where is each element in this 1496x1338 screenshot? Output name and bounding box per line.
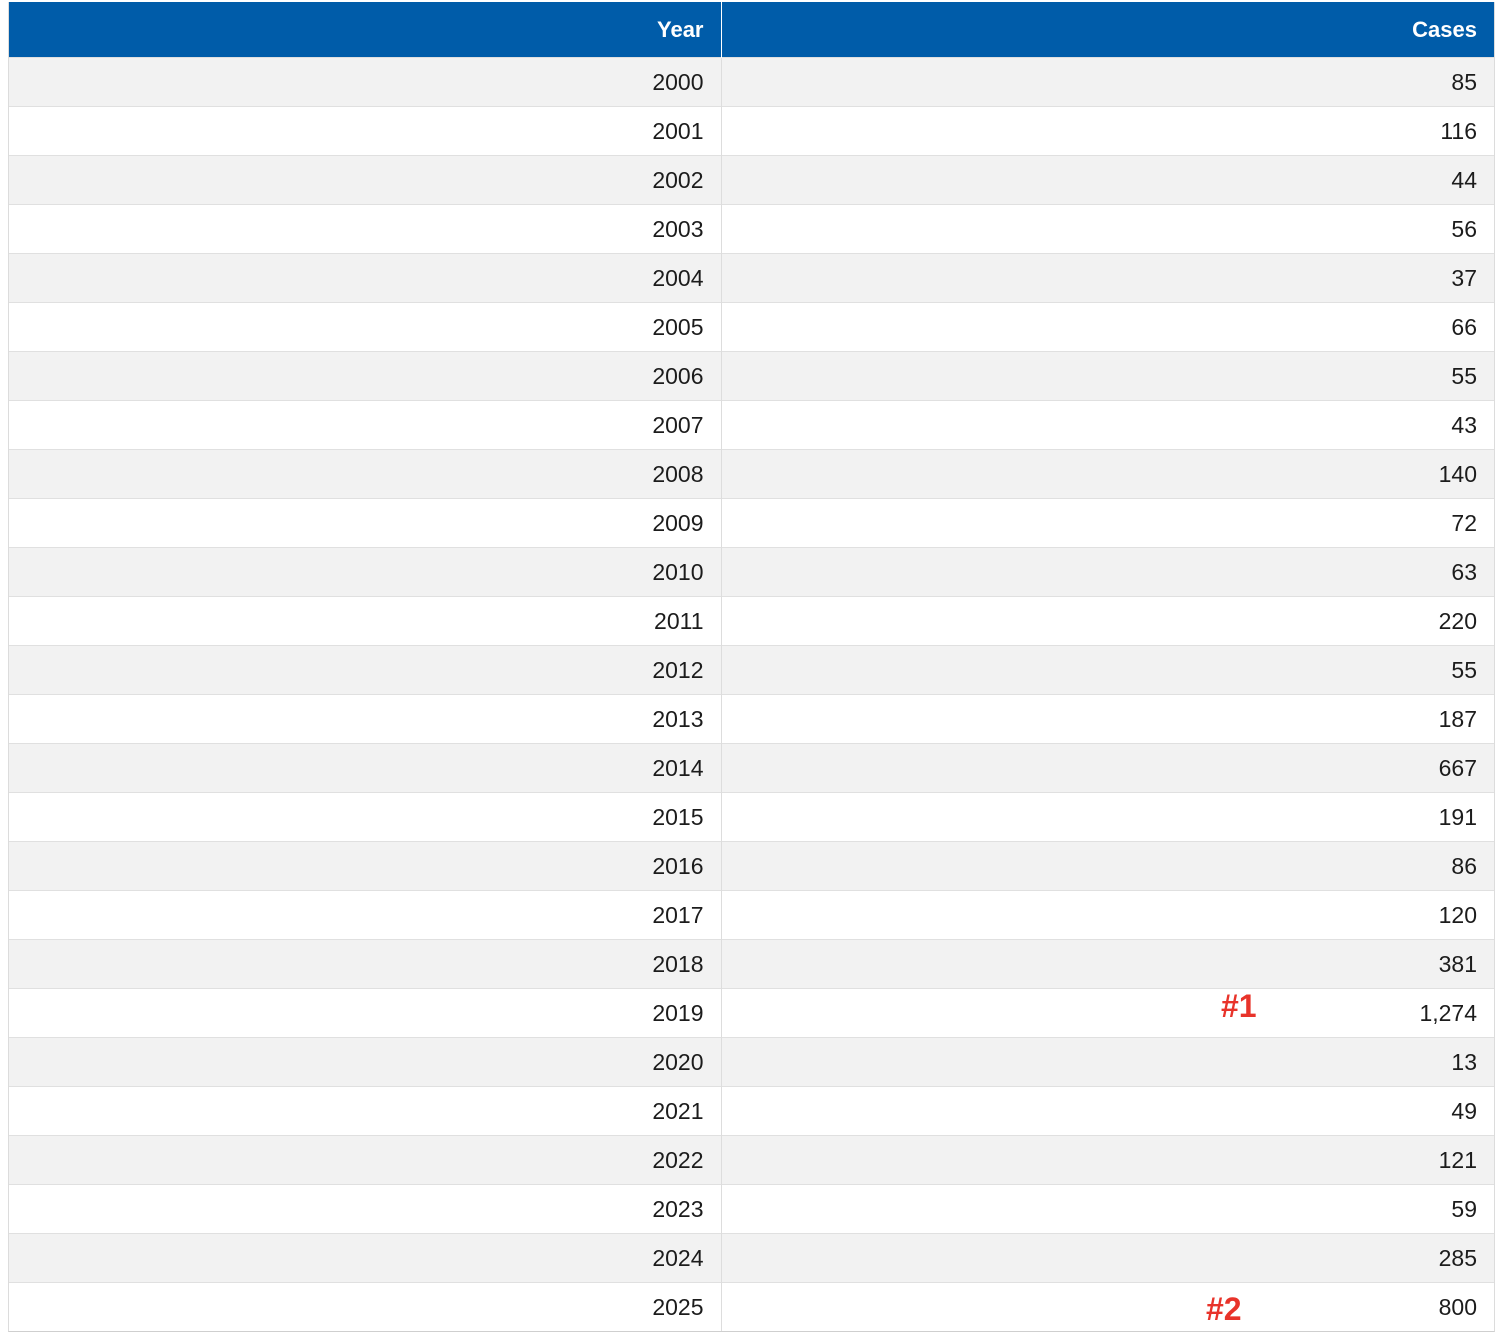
column-header-year[interactable]: Year [9, 2, 722, 58]
table-row: 2016 86 [9, 841, 1494, 891]
cell-cases: 43 [721, 400, 1494, 450]
cell-cases: 85 [721, 57, 1494, 107]
table-row: 2004 37 [9, 253, 1494, 303]
cell-year: 2001 [9, 106, 722, 156]
cell-year: 2002 [9, 155, 722, 205]
cell-year: 2000 [9, 57, 722, 107]
cell-cases: 13 [721, 1037, 1494, 1087]
table-row: 2005 66 [9, 302, 1494, 352]
cell-cases: 191 [721, 792, 1494, 842]
cell-cases: 86 [721, 841, 1494, 891]
cell-cases: 59 [721, 1184, 1494, 1234]
table-row: 2013 187 [9, 694, 1494, 744]
cases-table: Year Cases 2000 85 2001 116 2002 44 2003 56 2004… [9, 2, 1494, 1331]
annotation-marker-2: #2 [1206, 1291, 1242, 1327]
cell-year: 2012 [9, 645, 722, 695]
table-row: 2010 63 [9, 547, 1494, 597]
cell-cases: 66 [721, 302, 1494, 352]
cell-cases: 120 [721, 890, 1494, 940]
cell-year: 2020 [9, 1037, 722, 1087]
cell-year: 2018 [9, 939, 722, 989]
cell-year: 2019 [9, 988, 722, 1038]
table-row: 2025 800 [9, 1282, 1494, 1331]
cell-year: 2025 [9, 1282, 722, 1331]
table-row: 2021 49 [9, 1086, 1494, 1136]
table-row: 2006 55 [9, 351, 1494, 401]
cell-year: 2011 [9, 596, 722, 646]
table-row: 2009 72 [9, 498, 1494, 548]
table-row: 2020 13 [9, 1037, 1494, 1087]
cell-cases: 44 [721, 155, 1494, 205]
cell-year: 2004 [9, 253, 722, 303]
cell-cases: 55 [721, 645, 1494, 695]
annotation-marker-1: #1 [1221, 988, 1257, 1024]
cell-cases: 187 [721, 694, 1494, 744]
cell-year: 2023 [9, 1184, 722, 1234]
cell-year: 2003 [9, 204, 722, 254]
table-row: 2014 667 [9, 743, 1494, 793]
cell-year: 2009 [9, 498, 722, 548]
cell-cases: 55 [721, 351, 1494, 401]
table-row: 2008 140 [9, 449, 1494, 499]
cell-year: 2022 [9, 1135, 722, 1185]
table-body: 2000 85 2001 116 2002 44 2003 56 2004 37 2005 66 200… [9, 57, 1494, 1331]
cell-cases: 381 [721, 939, 1494, 989]
cell-year: 2007 [9, 400, 722, 450]
table-row: 2007 43 [9, 400, 1494, 450]
table-row: 2003 56 [9, 204, 1494, 254]
cell-year: 2005 [9, 302, 722, 352]
cell-cases: 285 [721, 1233, 1494, 1283]
cell-cases: 49 [721, 1086, 1494, 1136]
cell-year: 2021 [9, 1086, 722, 1136]
table-row: 2022 121 [9, 1135, 1494, 1185]
cell-cases: 56 [721, 204, 1494, 254]
cell-cases: 37 [721, 253, 1494, 303]
table-row: 2019 1,274 [9, 988, 1494, 1038]
cell-year: 2015 [9, 792, 722, 842]
cell-year: 2014 [9, 743, 722, 793]
cases-table-container: Year Cases 2000 85 2001 116 2002 44 2003 56 2004… [8, 2, 1495, 1332]
cell-cases: 63 [721, 547, 1494, 597]
table-row: 2023 59 [9, 1184, 1494, 1234]
table-row: 2002 44 [9, 155, 1494, 205]
cell-cases: 800 [721, 1282, 1494, 1331]
cell-cases: 220 [721, 596, 1494, 646]
cell-cases: 667 [721, 743, 1494, 793]
header-row: Year Cases [9, 2, 1494, 58]
table-row: 2001 116 [9, 106, 1494, 156]
table-row: 2015 191 [9, 792, 1494, 842]
table-header: Year Cases [9, 2, 1494, 58]
cell-year: 2016 [9, 841, 722, 891]
table-row: 2017 120 [9, 890, 1494, 940]
table-row: 2012 55 [9, 645, 1494, 695]
cell-cases: 72 [721, 498, 1494, 548]
table-row: 2000 85 [9, 57, 1494, 107]
cell-year: 2010 [9, 547, 722, 597]
cell-cases: 116 [721, 106, 1494, 156]
table-row: 2018 381 [9, 939, 1494, 989]
cell-cases: 121 [721, 1135, 1494, 1185]
cell-year: 2017 [9, 890, 722, 940]
cell-year: 2024 [9, 1233, 722, 1283]
cell-year: 2006 [9, 351, 722, 401]
cell-cases: 1,274 [721, 988, 1494, 1038]
cell-cases: 140 [721, 449, 1494, 499]
cell-year: 2008 [9, 449, 722, 499]
cell-year: 2013 [9, 694, 722, 744]
table-row: 2024 285 [9, 1233, 1494, 1283]
column-header-cases[interactable]: Cases [721, 2, 1494, 58]
table-row: 2011 220 [9, 596, 1494, 646]
